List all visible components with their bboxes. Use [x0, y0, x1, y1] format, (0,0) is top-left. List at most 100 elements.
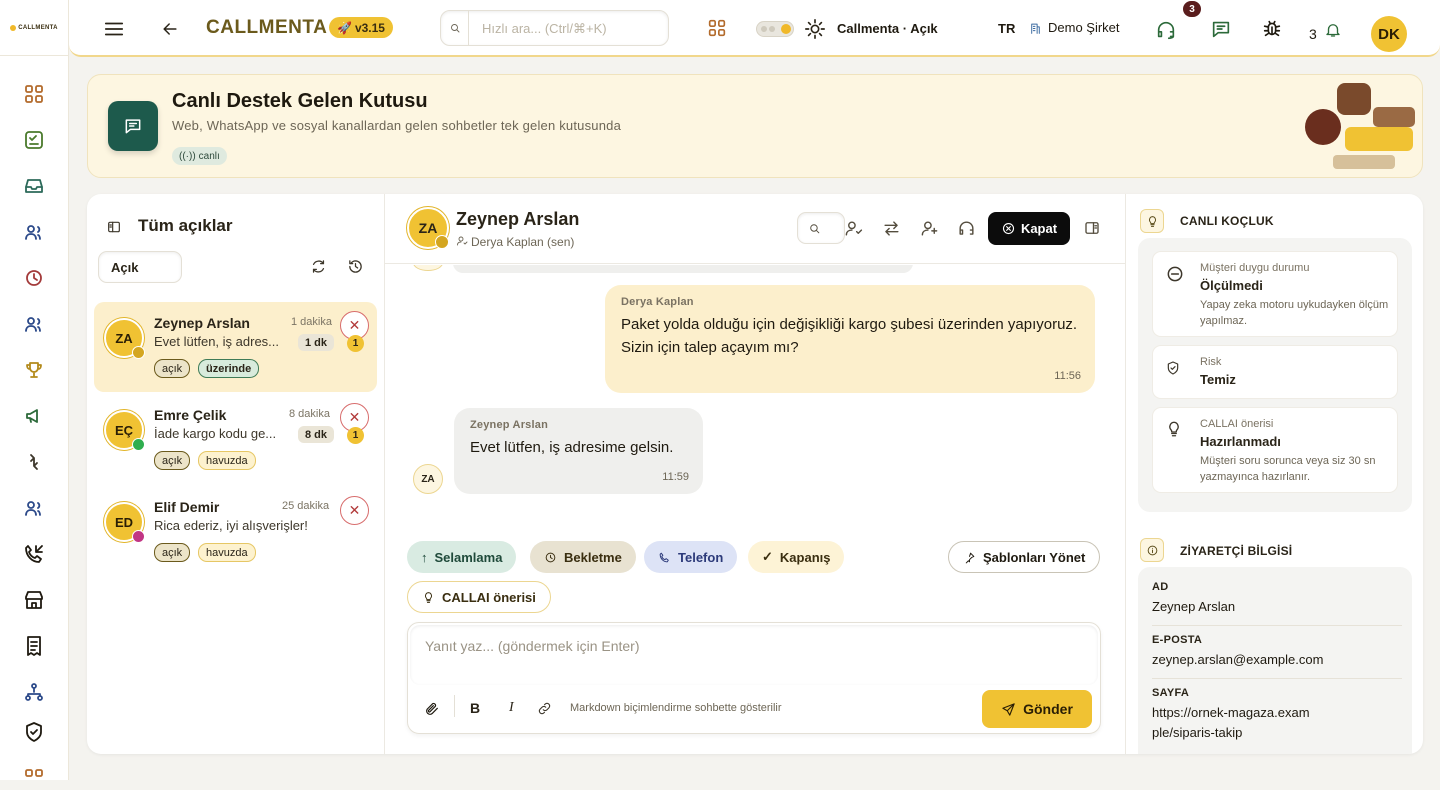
risk-value: Temiz [1200, 372, 1236, 387]
status-filter[interactable]: Açık [98, 251, 182, 283]
lightbulb-icon [425, 591, 432, 603]
bold-icon[interactable]: B [470, 700, 480, 716]
refresh-icon[interactable] [310, 258, 327, 275]
quick-reply-closing[interactable]: ✓ Kapanış [748, 541, 845, 573]
company-name[interactable]: Demo Şirket [1048, 20, 1120, 35]
suggestion-value: Hazırlanmadı [1200, 434, 1281, 449]
call-log-icon[interactable] [22, 542, 46, 566]
sentiment-card: Müşteri duygu durumu Ölçülmedi Yapay zek… [1152, 251, 1398, 337]
org-chart-icon[interactable] [22, 680, 46, 704]
more-grid-icon[interactable] [22, 766, 46, 790]
history-icon[interactable] [347, 258, 364, 275]
message-list: Derya Kaplan Paket yolda olduğu için değ… [385, 265, 1125, 525]
message-time: 11:59 [662, 471, 689, 483]
live-badge: ((·)) canlı [172, 147, 227, 165]
clock-icon[interactable] [22, 266, 46, 290]
visitor-email: zeynep.arslan@example.com [1152, 652, 1324, 667]
contact-name: Emre Çelik [154, 407, 227, 423]
store-icon[interactable] [22, 588, 46, 612]
contacts-icon[interactable] [22, 220, 46, 244]
close-chat-button[interactable]: Kapat [988, 212, 1070, 245]
link-icon[interactable] [537, 701, 552, 716]
conversation-list-panel: Tüm açıklar Açık ZA Zeynep Arslan 1 daki… [87, 194, 385, 754]
toggle-details-panel-icon[interactable] [1077, 213, 1107, 243]
chat-icon[interactable] [1210, 18, 1232, 40]
previous-message-bubble [453, 265, 913, 273]
contact-name: Elif Demir [154, 499, 220, 515]
search-input[interactable] [469, 20, 659, 36]
coaching-title: CANLI KOÇLUK [1180, 214, 1274, 228]
back-arrow-icon[interactable] [160, 19, 180, 39]
toggle-knob [781, 24, 791, 34]
visitor-title: ZİYARETÇİ BİLGİSİ [1180, 544, 1293, 558]
top-bar: CALLMENTA 🚀v3.15 Callmenta · Açık TR Dem… [69, 0, 1440, 57]
chat-header: ZA Zeynep Arslan Derya Kaplan (sen) Kapa… [385, 194, 1125, 264]
message-composer: B I Markdown biçimlendirme sohbette göst… [407, 622, 1101, 734]
assign-user-icon[interactable] [838, 213, 868, 243]
language-switch[interactable]: TR [998, 21, 1015, 36]
close-circle-icon [1002, 222, 1014, 235]
add-participant-icon[interactable] [914, 213, 944, 243]
shield-icon[interactable] [22, 720, 46, 744]
logo-text: CALLMENTA [18, 24, 58, 31]
phone-icon [659, 552, 669, 562]
user-avatar[interactable]: DK [1371, 16, 1407, 52]
page-title: Canlı Destek Gelen Kutusu [172, 90, 428, 112]
visitor-name: Zeynep Arslan [1152, 599, 1236, 614]
tasks-icon[interactable] [22, 128, 46, 152]
reply-input[interactable] [410, 625, 1098, 685]
receipt-icon[interactable] [22, 634, 46, 658]
rocket-icon: 🚀 [337, 20, 352, 35]
quick-reply-phone[interactable]: Telefon [644, 541, 738, 573]
manage-templates-button[interactable]: Şablonları Yönet [948, 541, 1101, 573]
callai-suggestion-button[interactable]: CALLAI önerisi [407, 581, 551, 613]
attach-icon[interactable] [424, 701, 440, 717]
coaching-section: Müşteri duygu durumu Ölçülmedi Yapay zek… [1138, 238, 1412, 512]
trophy-icon[interactable] [22, 358, 46, 382]
logo-mark-icon [10, 24, 17, 31]
toolbar-divider [454, 695, 455, 717]
divider [1152, 625, 1402, 626]
sentiment-label: Müşteri duygu durumu [1200, 262, 1310, 274]
sidebar-toggle-icon[interactable] [106, 219, 122, 235]
quick-reply-hold[interactable]: Bekletme [530, 541, 636, 573]
conversation-time: 1 dakika [291, 316, 332, 328]
italic-icon[interactable]: I [509, 700, 514, 716]
message-preview: Rica ederiz, iyi alışverişler! [154, 518, 308, 533]
team-icon[interactable] [22, 312, 46, 336]
quick-reply-label: Selamlama [434, 549, 503, 565]
quick-reply-greeting[interactable]: ↑ Selamlama [407, 541, 517, 573]
page-header: Canlı Destek Gelen Kutusu Web, WhatsApp … [87, 74, 1423, 178]
arrow-up-icon: ↑ [421, 549, 428, 565]
sun-icon[interactable] [804, 18, 826, 40]
conversation-item[interactable]: ZA Zeynep Arslan 1 dakika Evet lütfen, i… [94, 302, 377, 392]
call-headset-icon[interactable] [951, 213, 981, 243]
notification-count: 3 [1309, 26, 1317, 42]
conversation-item[interactable]: ED Elif Demir 25 dakika Rica ederiz, iyi… [94, 486, 377, 576]
suggestion-label: CALLAI önerisi [1200, 418, 1274, 430]
global-search[interactable] [440, 10, 669, 46]
users-icon[interactable] [22, 496, 46, 520]
transfer-icon[interactable] [876, 213, 906, 243]
conversation-time: 8 dakika [289, 408, 330, 420]
bug-icon[interactable] [1261, 17, 1283, 39]
visitor-page-url[interactable]: https://ornek-magaza.example/siparis-tak… [1152, 703, 1312, 743]
support-badge: 3 [1183, 1, 1201, 17]
bell-icon[interactable] [1324, 21, 1342, 39]
dashboard-grid-icon[interactable] [22, 82, 46, 106]
megaphone-icon[interactable] [22, 404, 46, 428]
hamburger-menu-icon[interactable] [103, 18, 125, 40]
assignment-tag: havuzda [198, 543, 256, 562]
send-button[interactable]: Gönder [982, 690, 1092, 728]
conversation-item[interactable]: EÇ Emre Çelik 8 dakika İade kargo kodu g… [94, 394, 377, 484]
theme-toggle[interactable] [756, 21, 794, 37]
apps-grid-icon[interactable] [706, 17, 728, 39]
integrations-icon[interactable] [22, 450, 46, 474]
quick-reply-label: Bekletme [564, 549, 622, 565]
close-conversation-button[interactable]: ✕ [340, 496, 369, 525]
divider [1152, 678, 1402, 679]
close-chat-label: Kapat [1020, 221, 1058, 236]
rail-logo[interactable]: CALLMENTA [0, 0, 68, 56]
headset-icon[interactable] [1155, 19, 1177, 41]
inbox-icon[interactable] [22, 174, 46, 198]
